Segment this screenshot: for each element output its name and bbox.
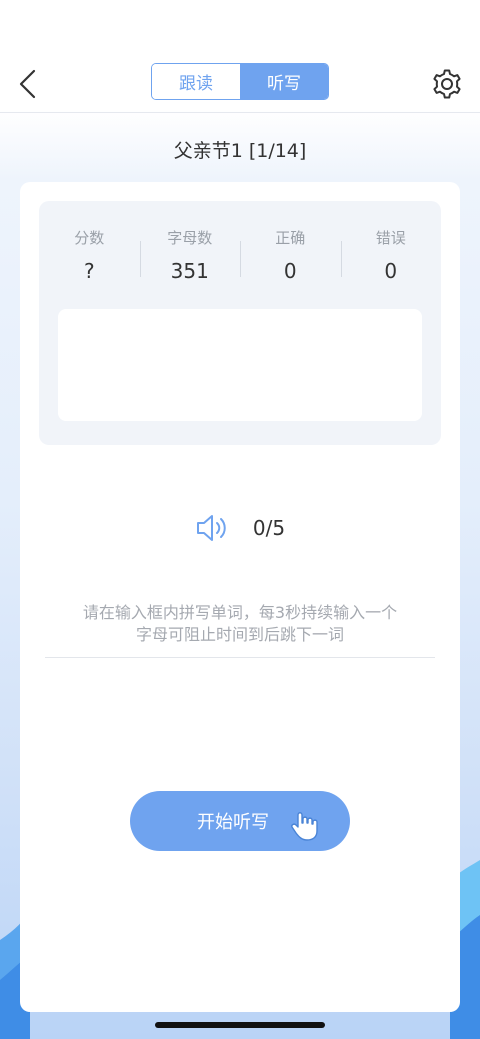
tap-hand-icon [291,812,318,841]
start-dictation-label: 开始听写 [197,812,269,833]
mode-segmented-control: 跟读 听写 [151,63,329,100]
stat-label: 正确 [275,229,306,247]
start-dictation-button[interactable]: 开始听写 [130,791,350,851]
audio-row: 0/5 [20,510,460,546]
word-display-box [58,309,422,421]
stats-panel: 分数 ? 字母数 351 正确 0 错误 0 [39,201,441,445]
word-progress: 0/5 [252,516,286,540]
stats-row: 分数 ? 字母数 351 正确 0 错误 0 [39,223,441,293]
gear-icon[interactable] [430,67,464,101]
stat-value: 0 [283,259,297,283]
back-icon[interactable] [14,67,44,101]
stat-value: 351 [170,259,209,283]
tab-read-along[interactable]: 跟读 [152,64,240,99]
dictation-card: 分数 ? 字母数 351 正确 0 错误 0 0/5 请在输入框内拼写单词，每3… [20,182,460,1012]
stat-label: 字母数 [167,229,213,247]
stat-label: 错误 [375,229,406,247]
stat-label: 分数 [74,229,105,247]
home-indicator [155,1022,325,1028]
spelling-input[interactable]: 请在输入框内拼写单词，每3秒持续输入一个 字母可阻止时间到后跳下一词 [45,602,435,658]
stat-correct: 正确 0 [240,223,341,293]
stat-value: ? [83,259,95,283]
stat-score: 分数 ? [39,223,140,293]
input-hint-line: 字母可阻止时间到后跳下一词 [135,625,344,644]
lesson-title: 父亲节1 [1/14] [173,140,307,162]
navigation-bar: 跟读 听写 [0,55,480,113]
stat-wrong: 错误 0 [340,223,442,293]
stat-letter-count: 字母数 351 [139,223,241,293]
input-hint-line: 请在输入框内拼写单词，每3秒持续输入一个 [82,603,398,622]
tab-dictation[interactable]: 听写 [240,64,328,99]
stat-value: 0 [384,259,398,283]
speaker-icon[interactable] [195,513,231,543]
